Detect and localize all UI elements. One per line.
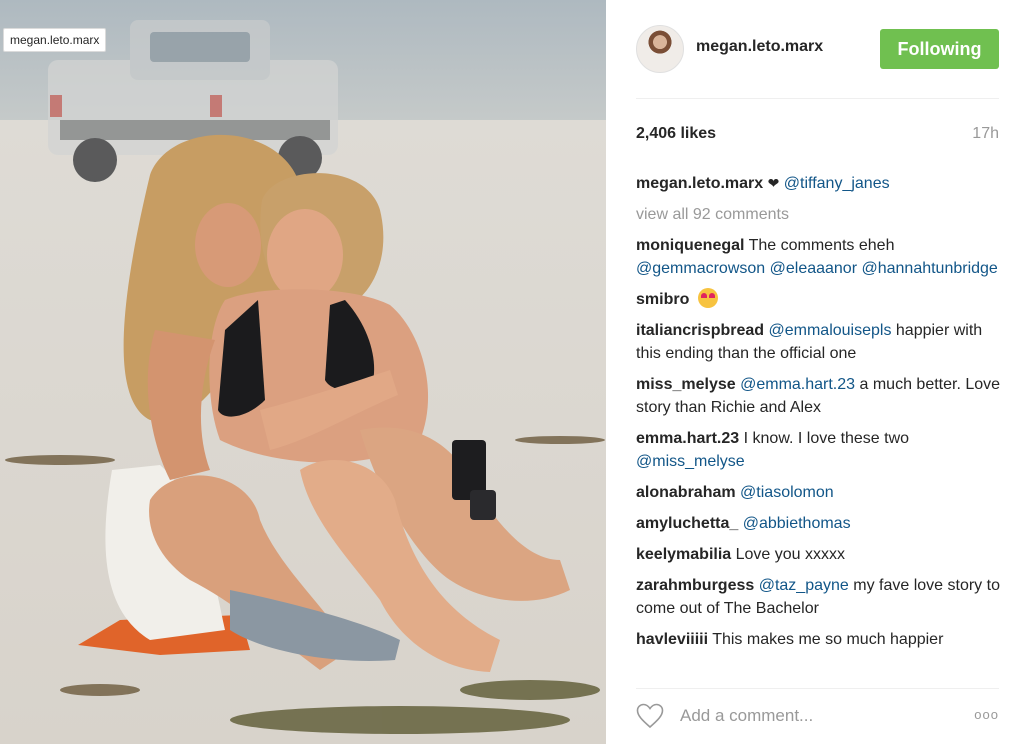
comment-text: I know. I love these two <box>743 430 910 447</box>
post-photo[interactable]: megan.leto.marx <box>0 0 606 744</box>
comment-item: smibro <box>636 288 1002 311</box>
comment-item: italiancrispbread @emmalouisepls happier… <box>636 319 1002 365</box>
add-comment-input[interactable] <box>680 705 940 727</box>
view-all-comments-link[interactable]: view all 92 comments <box>636 203 1002 226</box>
following-button[interactable]: Following <box>880 29 999 69</box>
beach-photo-illustration <box>0 0 606 744</box>
comment-item: moniquenegal The comments eheh @gemmacro… <box>636 234 1002 280</box>
heart-outline-icon[interactable] <box>636 703 664 729</box>
comment-username[interactable]: keelymabilia <box>636 546 731 563</box>
comment-text: This makes me so much happier <box>712 631 944 648</box>
comment-mention[interactable]: @gemmacrowson @eleaaanor @hannahtunbridg… <box>636 260 998 277</box>
post-header: megan.leto.marx Following <box>636 22 999 99</box>
comment-item: amyluchetta_ @abbiethomas <box>636 512 1002 535</box>
comment-text: Love you xxxxx <box>735 546 846 563</box>
comment-username[interactable]: havleviiiii <box>636 631 708 648</box>
comment-item: emma.hart.23 I know. I love these two @m… <box>636 427 1002 473</box>
comment-username[interactable]: miss_melyse <box>636 376 736 393</box>
comment-text: The comments eheh <box>748 237 895 254</box>
likes-count[interactable]: 2,406 likes <box>636 125 716 143</box>
comment-username[interactable]: moniquenegal <box>636 237 744 254</box>
header-username[interactable]: megan.leto.marx <box>696 38 823 56</box>
comment-item: zarahmburgess @taz_payne my fave love st… <box>636 574 1002 620</box>
comment-mention[interactable]: @abbiethomas <box>743 515 851 532</box>
comment-item: alonabraham @tiasolomon <box>636 481 1002 504</box>
post-age[interactable]: 17h <box>972 125 999 143</box>
caption-mention[interactable]: @tiffany_janes <box>784 175 890 192</box>
comment-username[interactable]: zarahmburgess <box>636 577 754 594</box>
comment-username[interactable]: italiancrispbread <box>636 322 764 339</box>
comment-mention[interactable]: @taz_payne <box>759 577 849 594</box>
avatar[interactable] <box>636 25 684 73</box>
comment-mention[interactable]: @tiasolomon <box>740 484 834 501</box>
comment-item: keelymabilia Love you xxxxx <box>636 543 1002 566</box>
caption-username[interactable]: megan.leto.marx <box>636 175 763 192</box>
comment-mention[interactable]: @emmalouisepls <box>769 322 892 339</box>
comment-mention[interactable]: @miss_melyse <box>636 453 745 470</box>
comment-username[interactable]: smibro <box>636 291 689 308</box>
post-stats: 2,406 likes 17h <box>636 125 999 145</box>
caption: megan.leto.marx ❤ @tiffany_janes <box>636 172 1002 195</box>
comment-username[interactable]: emma.hart.23 <box>636 430 739 447</box>
comment-username[interactable]: amyluchetta_ <box>636 515 738 532</box>
post-info-panel: megan.leto.marx Following 2,406 likes 17… <box>606 0 1024 744</box>
comment-username[interactable]: alonabraham <box>636 484 736 501</box>
photo-user-tag[interactable]: megan.leto.marx <box>3 28 107 52</box>
post-footer: ooo <box>636 688 999 745</box>
comments-list: megan.leto.marx ❤ @tiffany_janes view al… <box>636 172 1002 672</box>
comment-item: miss_melyse @emma.hart.23 a much better.… <box>636 373 1002 419</box>
comment-item: havleviiiii This makes me so much happie… <box>636 628 1002 651</box>
heart-eyes-emoji-icon <box>697 288 718 308</box>
comment-mention[interactable]: @emma.hart.23 <box>740 376 855 393</box>
heart-icon: ❤ <box>767 175 780 191</box>
more-options-icon[interactable]: ooo <box>969 707 999 722</box>
